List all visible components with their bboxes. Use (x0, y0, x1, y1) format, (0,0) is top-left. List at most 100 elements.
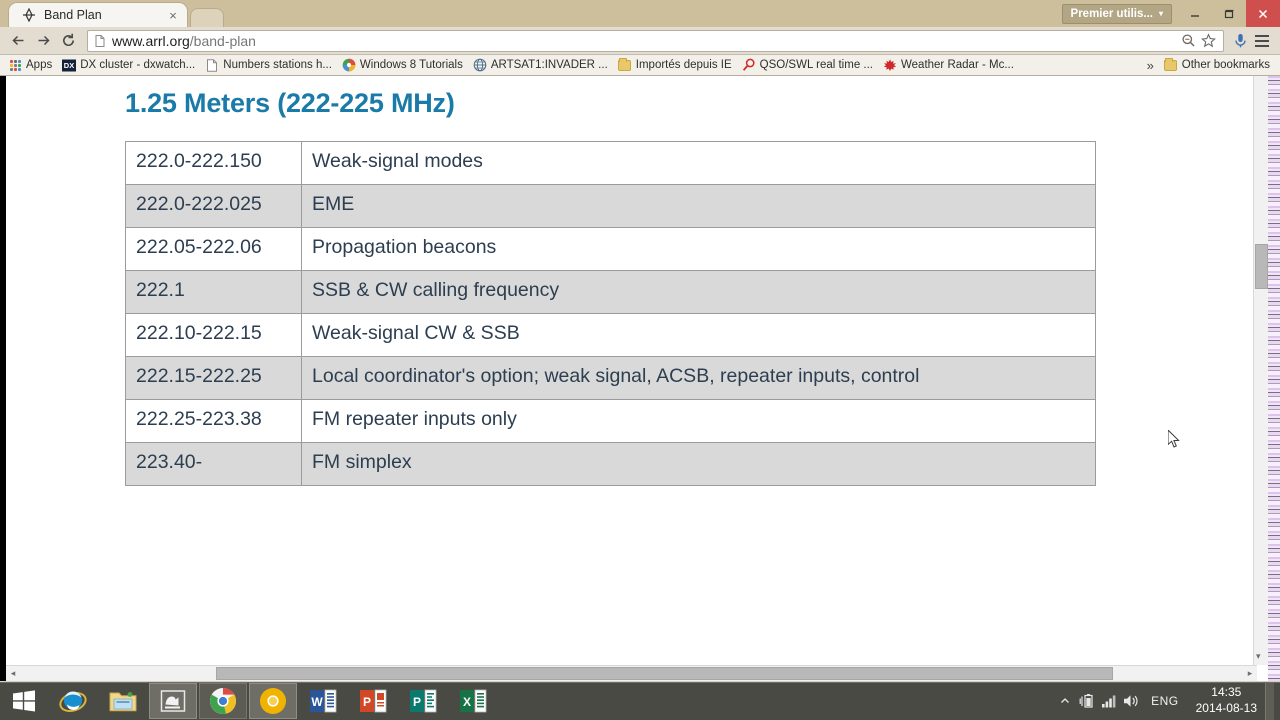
bookmark-label: Numbers stations h... (223, 59, 332, 71)
colored-pinwheel-icon (342, 58, 356, 72)
maximize-button[interactable] (1212, 0, 1246, 27)
horizontal-scrollbar-thumb[interactable] (216, 666, 1113, 680)
folder-icon (618, 57, 632, 72)
clock-date: 2014-08-13 (1195, 701, 1257, 715)
url-path: /band-plan (189, 32, 256, 49)
taskbar-top-border (0, 682, 1280, 683)
arrl-diamond-icon (21, 7, 37, 23)
bookmarks-overflow-button[interactable]: » (1141, 58, 1160, 73)
taskbar-item-media-window[interactable] (149, 683, 197, 719)
hamburger-menu-icon[interactable] (1250, 29, 1274, 53)
frequency-cell: 223.40- (125, 441, 302, 486)
frequency-cell: 222.0-222.025 (125, 183, 302, 228)
taskbar-item-microsoft-word[interactable]: W (299, 683, 347, 719)
table-row: 222.05-222.06 Propagation beacons (125, 226, 1096, 271)
usage-cell: FM simplex (301, 441, 1096, 486)
page-content: 1.25 Meters (222-225 MHz) 222.0-222.150 … (6, 76, 1257, 665)
language-indicator[interactable]: ENG (1142, 694, 1188, 708)
vertical-scrollbar[interactable]: ▾ (1253, 76, 1268, 665)
tab-band-plan[interactable]: Band Plan × (8, 2, 188, 27)
table-row: 222.25-223.38 FM repeater inputs only (125, 398, 1096, 443)
taskbar-item-google-chrome[interactable] (199, 683, 247, 719)
usage-cell: SSB & CW calling frequency (301, 269, 1096, 314)
profile-button[interactable]: Premier utilis... ▾ (1061, 3, 1172, 24)
page-document-icon (93, 34, 107, 48)
svg-text:W: W (311, 695, 323, 709)
bookmark-label: Other bookmarks (1181, 59, 1270, 71)
back-button[interactable] (6, 29, 31, 53)
svg-text:P: P (413, 695, 421, 709)
scroll-down-arrow-icon[interactable]: ▾ (1256, 651, 1261, 662)
minimize-button[interactable] (1178, 0, 1212, 27)
bookmark-importes-depuis-ie[interactable]: Importés depuis IE (614, 56, 738, 75)
zoom-magnifier-icon[interactable] (1178, 31, 1198, 51)
usage-cell: EME (301, 183, 1096, 228)
browser-toolbar: www.arrl.org/band-plan (0, 27, 1280, 55)
volume-icon[interactable] (1120, 682, 1142, 720)
taskbar-item-microsoft-excel[interactable]: X (449, 683, 497, 719)
scroll-left-arrow-icon[interactable]: ◂ (6, 666, 20, 682)
reload-button[interactable] (56, 29, 81, 53)
frequency-cell: 222.05-222.06 (125, 226, 302, 271)
bookmark-qso-swl-realtime[interactable]: QSO/SWL real time ... (738, 56, 879, 75)
table-row: 222.10-222.15 Weak-signal CW & SSB (125, 312, 1096, 357)
microphone-icon[interactable] (1230, 31, 1250, 51)
bookmark-weather-radar[interactable]: Weather Radar - Mc... (879, 56, 1020, 75)
show-desktop-button[interactable] (1265, 682, 1274, 720)
star-icon[interactable] (1198, 31, 1218, 51)
vertical-scrollbar-thumb[interactable] (1255, 244, 1268, 289)
table-row: 222.1 SSB & CW calling frequency (125, 269, 1096, 314)
close-icon[interactable]: × (165, 7, 181, 23)
horizontal-scrollbar-track[interactable] (20, 666, 1243, 682)
frequency-cell: 222.10-222.15 (125, 312, 302, 357)
table-row: 222.15-222.25 Local coordinator's option… (125, 355, 1096, 400)
page-title: 1.25 Meters (222-225 MHz) (125, 88, 455, 118)
taskbar-item-microsoft-powerpoint[interactable]: P (349, 683, 397, 719)
screen: Band Plan × Premier utilis... ▾ www.arrl… (0, 0, 1280, 720)
clock[interactable]: 14:35 2014-08-13 (1188, 685, 1265, 717)
dx-badge-icon: DX (62, 58, 77, 72)
usage-cell: Weak-signal modes (301, 141, 1096, 185)
bookmark-apps[interactable]: Apps (4, 56, 58, 75)
video-artifact-strip (1268, 76, 1280, 681)
chevron-down-icon: ▾ (1158, 9, 1163, 18)
maple-leaf-icon (883, 58, 897, 72)
signal-bars-icon[interactable] (1098, 682, 1120, 720)
table-row: 222.0-222.025 EME (125, 183, 1096, 228)
start-button[interactable] (0, 682, 48, 720)
new-tab-button[interactable] (190, 8, 224, 27)
horizontal-scrollbar[interactable]: ◂ ▸ (6, 665, 1257, 681)
tab-strip: Band Plan × Premier utilis... ▾ (0, 0, 1280, 27)
taskbar-item-file-explorer[interactable] (99, 683, 147, 719)
usage-cell: FM repeater inputs only (301, 398, 1096, 443)
usage-cell: Weak-signal CW & SSB (301, 312, 1096, 357)
bookmark-numbers-stations[interactable]: Numbers stations h... (201, 56, 338, 75)
bookmark-label: ARTSAT1:INVADER ... (490, 59, 608, 71)
table-row: 222.0-222.150 Weak-signal modes (125, 141, 1096, 185)
address-bar[interactable]: www.arrl.org/band-plan (87, 29, 1224, 52)
taskbar-item-internet-explorer[interactable] (49, 683, 97, 719)
bookmark-label: Importés depuis IE (635, 59, 732, 71)
forward-button[interactable] (31, 29, 56, 53)
taskbar-item-chrome-canary[interactable] (249, 683, 297, 719)
bookmark-dx-cluster[interactable]: DX DX cluster - dxwatch... (58, 56, 201, 75)
band-plan-table: 222.0-222.150 Weak-signal modes 222.0-22… (125, 141, 1096, 486)
bookmark-artsat1-invader[interactable]: ARTSAT1:INVADER ... (469, 56, 614, 75)
page-viewport: 1.25 Meters (222-225 MHz) 222.0-222.150 … (0, 76, 1280, 681)
close-window-button[interactable] (1246, 0, 1280, 27)
scroll-right-arrow-icon[interactable]: ▸ (1243, 666, 1257, 682)
bookmark-other-bookmarks[interactable]: Other bookmarks (1160, 56, 1276, 75)
table-row: 223.40- FM simplex (125, 441, 1096, 486)
bookmark-label: QSO/SWL real time ... (759, 59, 873, 71)
clock-time: 14:35 (1211, 685, 1242, 700)
frequency-cell: 222.15-222.25 (125, 355, 302, 400)
frequency-cell: 222.25-223.38 (125, 398, 302, 443)
battery-icon[interactable] (1076, 682, 1098, 720)
band-plan-table-body: 222.0-222.150 Weak-signal modes 222.0-22… (125, 141, 1096, 486)
bookmark-windows8-tutorials[interactable]: Windows 8 Tutorials (338, 56, 469, 75)
taskbar-item-microsoft-publisher[interactable]: P (399, 683, 447, 719)
show-hidden-icons-icon[interactable] (1054, 682, 1076, 720)
titlebar-right-controls: Premier utilis... ▾ (1061, 0, 1280, 27)
svg-text:P: P (363, 695, 371, 709)
folder-icon (1164, 57, 1178, 72)
